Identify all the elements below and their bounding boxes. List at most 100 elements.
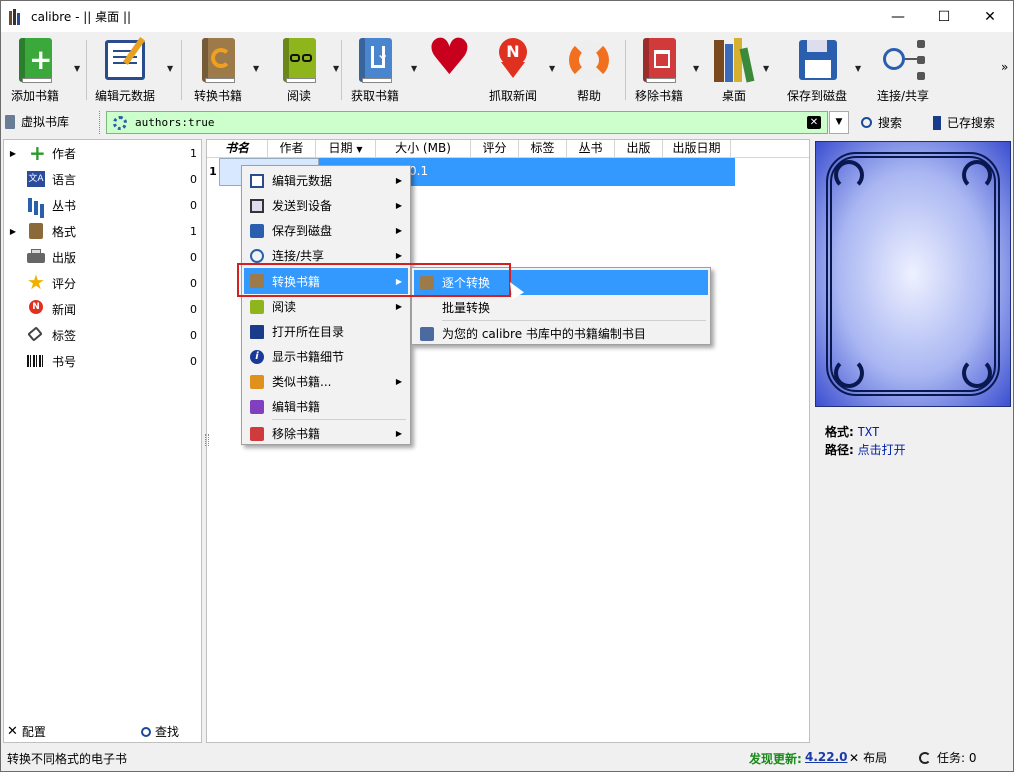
status-bar: 转换不同格式的电子书 发现更新: 4.22.0 ✕ 布局 任务: 0 xyxy=(1,745,1013,771)
remove-books-icon xyxy=(635,36,683,84)
tag-publisher[interactable]: 出版 0 xyxy=(4,244,201,270)
series-icon xyxy=(26,196,46,214)
column-rating[interactable]: 评分 xyxy=(471,140,519,157)
format-link[interactable]: TXT xyxy=(858,425,880,439)
add-book-icon: + xyxy=(11,36,59,84)
maximize-button[interactable]: ☐ xyxy=(921,1,967,32)
virtual-library-icon xyxy=(5,114,15,129)
book-details-panel: 格式: TXT 路径: 点击打开 xyxy=(813,139,1013,743)
similar-books-icon xyxy=(250,374,264,389)
saved-searches-button[interactable]: 已存搜索 xyxy=(933,114,995,131)
update-version-link[interactable]: 4.22.0 xyxy=(805,750,848,764)
tag-label-icon xyxy=(26,326,46,344)
tag-language[interactable]: 文A 语言 0 xyxy=(4,166,201,192)
menu-bulk-convert[interactable]: 批量转换 xyxy=(414,295,708,320)
path-link[interactable]: 点击打开 xyxy=(858,443,906,457)
read-book-icon xyxy=(250,299,264,314)
menu-open-folder[interactable]: 打开所在目录 xyxy=(244,319,408,344)
menu-edit-metadata[interactable]: 编辑元数据 ▶ xyxy=(244,168,408,193)
read-book-button[interactable]: 阅读 xyxy=(275,36,323,104)
library-dropdown-icon[interactable]: ▼ xyxy=(763,64,769,73)
connect-share-button[interactable]: 连接/共享 xyxy=(877,36,929,104)
tag-rating[interactable]: ★ 评分 0 xyxy=(4,270,201,296)
connect-share-icon xyxy=(250,248,264,263)
wrench-icon: ✕ xyxy=(849,750,860,765)
search-options-gear-icon[interactable] xyxy=(113,115,127,130)
folder-icon xyxy=(250,324,264,339)
search-input[interactable]: authors:true ✕ xyxy=(106,111,828,134)
status-message: 转换不同格式的电子书 xyxy=(7,752,128,766)
splitter-handle[interactable] xyxy=(205,434,209,446)
clear-search-icon[interactable]: ✕ xyxy=(807,116,821,129)
edit-metadata-button[interactable]: 编辑元数据 xyxy=(95,36,155,104)
menu-similar-books[interactable]: 类似书籍... ▶ xyxy=(244,369,408,394)
edit-metadata-dropdown-icon[interactable]: ▼ xyxy=(167,64,173,73)
expand-arrow-icon[interactable]: ▶ xyxy=(4,149,22,158)
get-books-button[interactable]: ↓ 获取书籍 xyxy=(351,36,399,104)
fetch-news-button[interactable]: N 抓取新闻 xyxy=(489,36,537,104)
tag-news[interactable]: N 新闻 0 xyxy=(4,296,201,322)
layout-button[interactable]: ✕ 布局 xyxy=(849,749,887,766)
heart-icon: ♥ xyxy=(427,28,472,86)
column-size[interactable]: 大小 (MB) xyxy=(376,140,471,157)
column-title[interactable]: 书名 xyxy=(207,140,268,157)
add-books-dropdown-icon[interactable]: ▼ xyxy=(74,64,80,73)
get-books-dropdown-icon[interactable]: ▼ xyxy=(411,64,417,73)
tag-browser: ▶ + 作者 1 文A 语言 0 丛书 0 ▶ 格式 1 出版 0 ★ 评分 0… xyxy=(3,139,202,743)
barcode-icon xyxy=(26,352,46,370)
search-button[interactable]: 搜索 xyxy=(861,114,902,131)
read-book-dropdown-icon[interactable]: ▼ xyxy=(333,64,339,73)
configure-button[interactable]: ✕ 配置 xyxy=(7,723,46,740)
convert-books-button[interactable]: 转换书籍 xyxy=(194,36,242,104)
virtual-library-button[interactable]: 虚拟书库 xyxy=(5,113,69,130)
bookmark-icon xyxy=(933,115,941,130)
book-info: 格式: TXT 路径: 点击打开 xyxy=(825,425,906,457)
column-date[interactable]: 日期 ▼ xyxy=(316,140,376,157)
spinner-icon xyxy=(919,751,931,764)
convert-books-dropdown-icon[interactable]: ▼ xyxy=(253,64,259,73)
close-button[interactable]: ✕ xyxy=(967,1,1013,32)
tag-author[interactable]: ▶ + 作者 1 xyxy=(4,140,201,166)
column-publisher[interactable]: 出版 xyxy=(615,140,663,157)
save-disk-dropdown-icon[interactable]: ▼ xyxy=(855,64,861,73)
column-author[interactable]: 作者 xyxy=(268,140,316,157)
tag-tags[interactable]: 标签 0 xyxy=(4,322,201,348)
tag-series[interactable]: 丛书 0 xyxy=(4,192,201,218)
remove-books-dropdown-icon[interactable]: ▼ xyxy=(693,64,699,73)
wrench-icon: ✕ xyxy=(7,724,18,739)
expand-arrow-icon[interactable]: ▶ xyxy=(4,227,22,236)
search-icon xyxy=(861,117,872,128)
donate-button[interactable]: ♥ xyxy=(425,28,473,86)
send-device-icon xyxy=(250,198,264,213)
tag-format[interactable]: ▶ 格式 1 xyxy=(4,218,201,244)
menu-create-catalog[interactable]: 为您的 calibre 书库中的书籍编制书目 xyxy=(414,321,708,346)
star-icon: ★ xyxy=(27,270,45,294)
remove-books-button[interactable]: 移除书籍 xyxy=(635,36,683,104)
fetch-news-dropdown-icon[interactable]: ▼ xyxy=(549,64,555,73)
tag-browser-footer: ✕ 配置 查找 xyxy=(3,719,202,743)
menu-read[interactable]: 阅读 ▶ xyxy=(244,294,408,319)
book-cover[interactable] xyxy=(815,141,1011,407)
menu-remove-books[interactable]: 移除书籍 ▶ xyxy=(244,421,408,446)
calibre-app-icon xyxy=(9,8,23,25)
column-tags[interactable]: 标签 xyxy=(519,140,567,157)
menu-save-to-disk[interactable]: 保存到磁盘 ▶ xyxy=(244,218,408,243)
add-books-button[interactable]: + 添加书籍 xyxy=(11,36,59,104)
library-button[interactable]: 桌面 xyxy=(710,36,758,104)
row-number: 1 xyxy=(207,158,219,186)
column-series[interactable]: 丛书 xyxy=(567,140,615,157)
menu-show-details[interactable]: i 显示书籍细节 xyxy=(244,344,408,369)
column-pubdate[interactable]: 出版日期 xyxy=(663,140,731,157)
jobs-indicator[interactable]: 任务: 0 xyxy=(919,749,977,766)
title-bar: calibre - || 桌面 || — ☐ ✕ xyxy=(1,1,1013,32)
help-button[interactable]: 帮助 xyxy=(565,36,613,104)
menu-send-to-device[interactable]: 发送到设备 ▶ xyxy=(244,193,408,218)
save-to-disk-button[interactable]: 保存到磁盘 xyxy=(787,36,847,104)
find-button[interactable]: 查找 xyxy=(141,723,179,740)
minimize-button[interactable]: — xyxy=(875,1,921,32)
toolbar-overflow-button[interactable]: » xyxy=(1001,60,1008,74)
search-history-dropdown[interactable]: ▼ xyxy=(829,111,849,134)
tag-identifier[interactable]: 书号 0 xyxy=(4,348,201,374)
window-title: calibre - || 桌面 || xyxy=(31,10,132,24)
menu-edit-book[interactable]: 编辑书籍 xyxy=(244,394,408,419)
